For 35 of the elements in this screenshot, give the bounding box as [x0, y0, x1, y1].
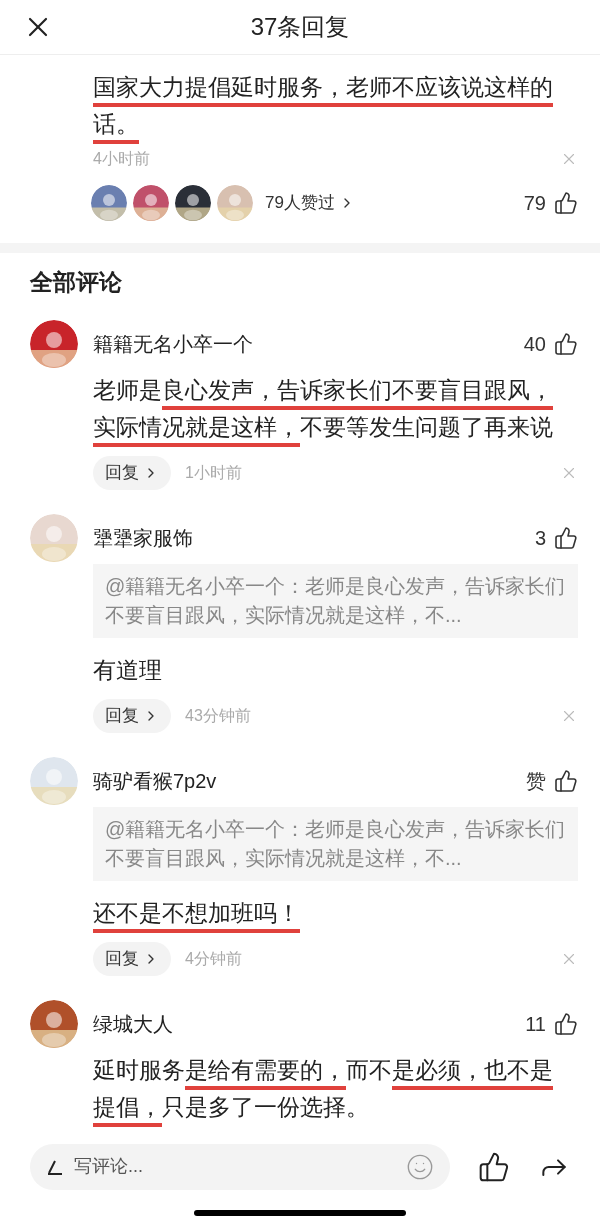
like-button[interactable]: 79: [523, 188, 578, 218]
comment-text: 延时服务是给有需要的，而不是必须，也不是提倡，只是多了一份选择。: [93, 1051, 563, 1126]
thumbs-up-icon: [554, 525, 578, 550]
comment-time: 4分钟前: [185, 948, 242, 969]
reply-button[interactable]: 回复: [93, 941, 171, 976]
comment-text: 国家大力提倡延时服务，老师不应该说这样的话。: [93, 69, 563, 143]
thumbs-up-icon[interactable]: [478, 1150, 510, 1183]
quoted-comment: @籍籍无名小卒一个：老师是良心发声，告诉家长们不要盲目跟风，实际情况就是这样，不...: [93, 806, 578, 881]
user-name[interactable]: 骑驴看猴7p2v: [93, 765, 217, 796]
comment-time: 4小时前: [93, 149, 150, 169]
like-button[interactable]: 40: [523, 328, 578, 359]
reply-button[interactable]: 回复: [93, 455, 171, 490]
like-button[interactable]: 3: [534, 522, 578, 553]
like-button[interactable]: 11: [525, 1008, 578, 1039]
user-name[interactable]: 犟犟家服饰: [93, 522, 193, 553]
page-title: 37条回复: [250, 12, 350, 42]
user-name[interactable]: 绿城大人: [93, 1008, 173, 1039]
comment-text: 有道理: [93, 655, 163, 685]
thumbs-up-icon: [554, 191, 578, 215]
comment-text: 老师是良心发声，告诉家长们不要盲目跟风，实际情况就是这样，不要等发生问题了再来说: [93, 371, 563, 446]
comment-text: 还不是不想加班吗！: [93, 894, 563, 932]
comment-input[interactable]: 写评论...: [74, 1153, 396, 1180]
thumbs-up-icon: [554, 331, 578, 356]
quoted-comment: @籍籍无名小卒一个：老师是良心发声，告诉家长们不要盲目跟风，实际情况就是这样，不...: [93, 563, 578, 638]
comment-time: 43分钟前: [185, 705, 251, 726]
thumbs-up-icon: [554, 1011, 578, 1036]
user-name[interactable]: 籍籍无名小卒一个: [93, 328, 253, 359]
liked-by-link[interactable]: 79人赞过: [265, 190, 355, 216]
emoji-icon[interactable]: [406, 1152, 434, 1181]
reply-button[interactable]: 回复: [93, 698, 171, 733]
thumbs-up-icon: [554, 768, 578, 793]
like-button[interactable]: 赞: [526, 765, 578, 796]
section-title: 全部评论: [29, 268, 123, 297]
comment-field[interactable]: 写评论...: [30, 1143, 450, 1190]
comment-time: 1小时前: [185, 462, 242, 483]
